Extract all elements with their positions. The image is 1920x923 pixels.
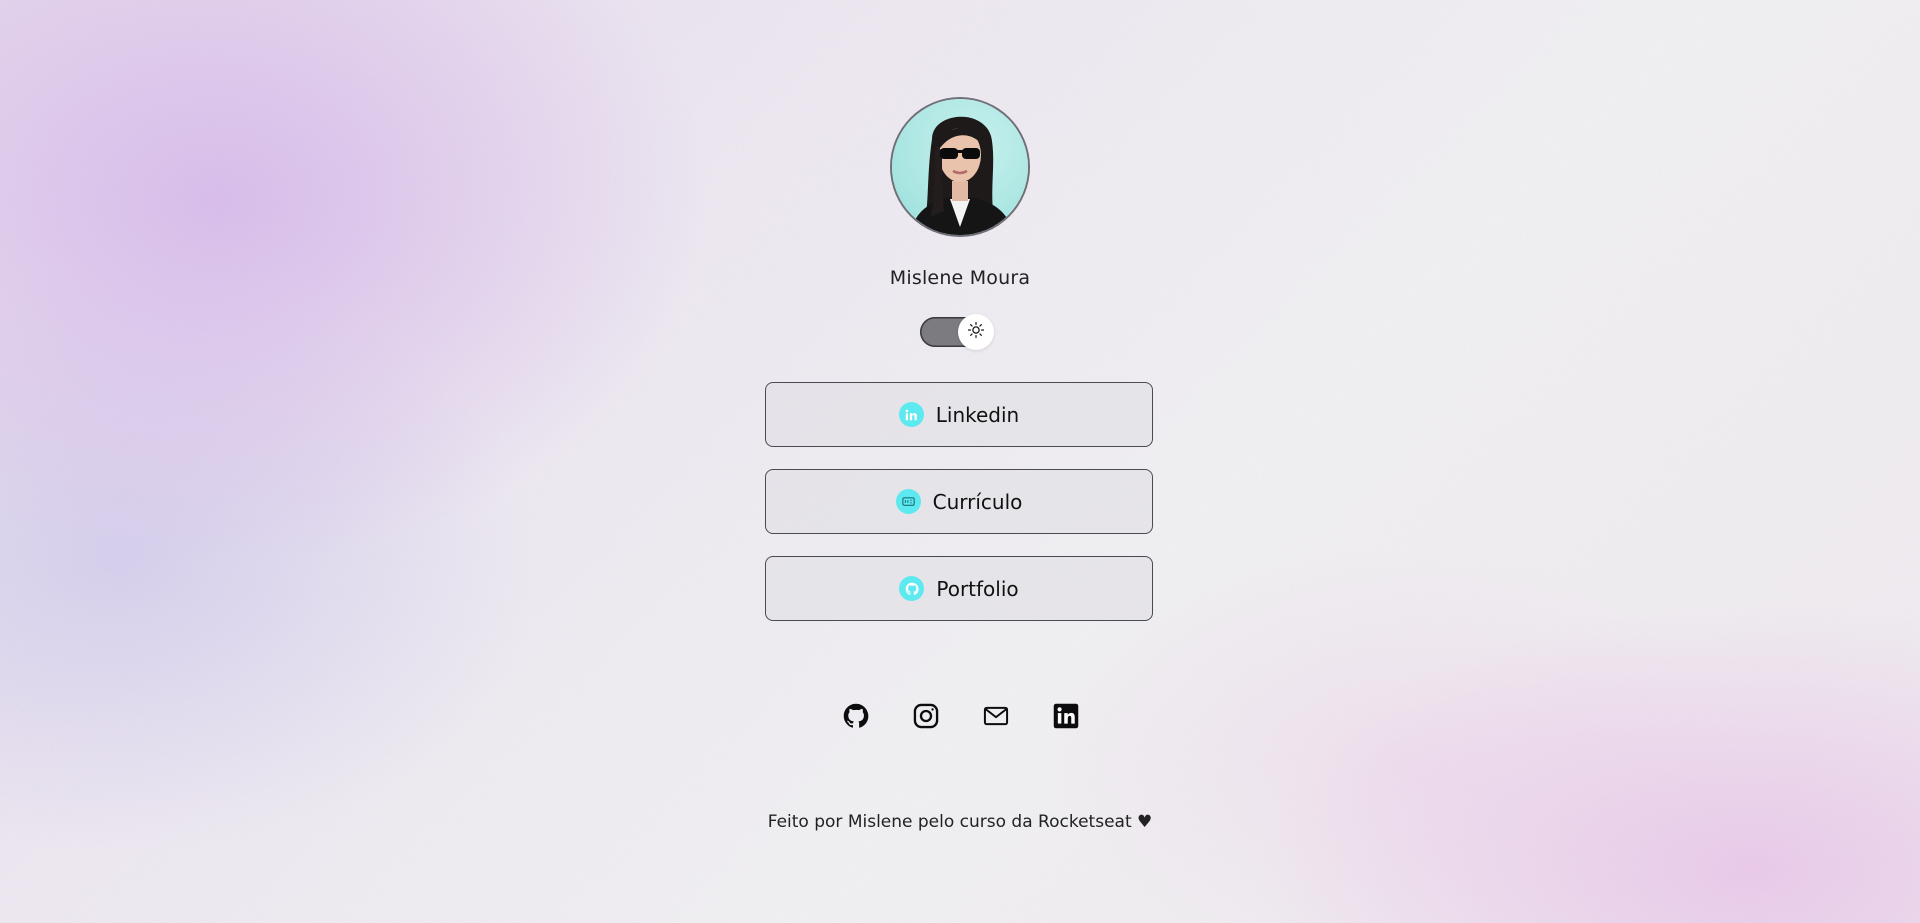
resume-button-label: Currículo (932, 489, 1023, 514)
theme-toggle[interactable] (920, 314, 998, 350)
linkedin-icon (898, 402, 924, 427)
profile-container: Mislene Moura Linkedin Currículo Portfol… (765, 0, 1155, 923)
social-github-link[interactable] (840, 702, 872, 734)
toggle-knob[interactable] (958, 314, 994, 350)
resume-icon (895, 489, 921, 514)
linkedin-icon (1052, 702, 1080, 734)
footer-credit: Feito por Mislene pelo curso da Rocketse… (767, 812, 1153, 832)
github-icon (842, 702, 870, 734)
avatar (892, 99, 1028, 235)
github-icon (899, 576, 925, 601)
resume-button[interactable]: Currículo (765, 469, 1153, 534)
social-linkedin-link[interactable] (1050, 702, 1082, 734)
portfolio-button-label: Portfolio (936, 576, 1019, 601)
social-instagram-link[interactable] (910, 702, 942, 734)
social-mail-link[interactable] (980, 702, 1012, 734)
linkedin-button[interactable]: Linkedin (765, 382, 1153, 447)
portfolio-button[interactable]: Portfolio (765, 556, 1153, 621)
profile-name: Mislene Moura (889, 267, 1031, 289)
instagram-icon (912, 702, 940, 734)
mail-icon (982, 702, 1010, 734)
avatar-portrait (910, 116, 1014, 235)
sun-icon (967, 321, 985, 343)
linkedin-button-label: Linkedin (935, 402, 1020, 427)
